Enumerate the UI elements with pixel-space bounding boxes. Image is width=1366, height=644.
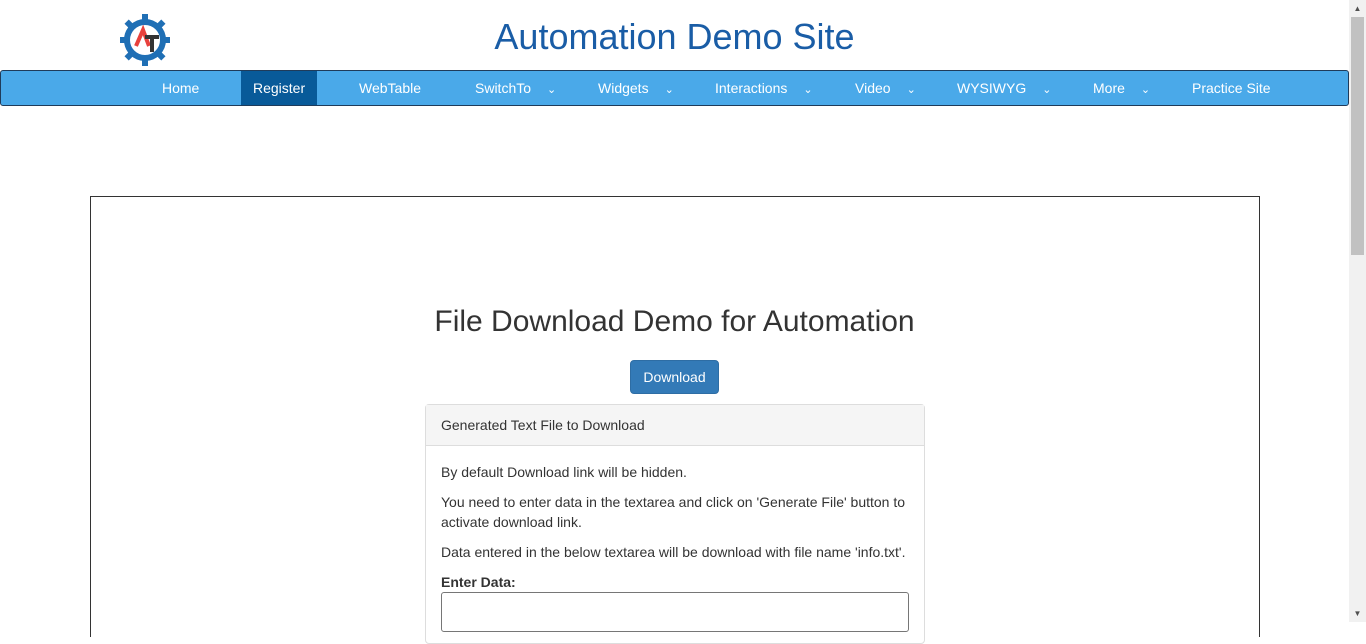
chevron-down-icon: ⌄ <box>1042 84 1052 96</box>
nav-interactions-label: Interactions <box>715 80 788 96</box>
nav-register-label: Register <box>253 80 306 96</box>
nav-home-label: Home <box>162 80 200 96</box>
chevron-down-icon: ⌄ <box>547 84 557 96</box>
nav-switchto-label: SwitchTo <box>475 80 532 96</box>
nav-home[interactable]: Home <box>162 71 199 105</box>
nav-wysiwyg[interactable]: WYSIWYG ⌄ <box>957 71 1051 105</box>
download-panel: Generated Text File to Download By defau… <box>425 404 925 644</box>
chevron-down-icon: ⌄ <box>906 84 916 96</box>
site-title: Automation Demo Site <box>494 16 855 57</box>
scroll-down-arrow-icon[interactable]: ▼ <box>1349 605 1366 622</box>
chevron-down-icon: ⌄ <box>803 84 813 96</box>
enter-data-label: Enter Data: <box>441 574 516 590</box>
page-scrollbar[interactable]: ▲ ▼ <box>1349 0 1366 622</box>
nav-video-label: Video <box>855 80 891 96</box>
nav-webtable-label: WebTable <box>359 80 422 96</box>
panel-text-instructions: You need to enter data in the textarea a… <box>441 494 906 530</box>
nav-switchto[interactable]: SwitchTo ⌄ <box>475 71 556 105</box>
nav-webtable[interactable]: WebTable <box>359 71 421 105</box>
chevron-down-icon: ⌄ <box>664 84 674 96</box>
nav-practice-site[interactable]: Practice Site <box>1192 71 1271 105</box>
nav-practice-site-label: Practice Site <box>1192 80 1271 96</box>
download-button[interactable]: Download <box>630 360 719 394</box>
page-title: File Download Demo for Automation <box>434 305 915 338</box>
scroll-up-arrow-icon[interactable]: ▲ <box>1349 0 1366 17</box>
panel-text-filename-note: Data entered in the below textarea will … <box>441 544 906 560</box>
panel-heading: Generated Text File to Download <box>426 405 924 446</box>
nav-register[interactable]: Register <box>241 71 318 105</box>
panel-body: By default Download link will be hidden.… <box>426 446 924 632</box>
main-navbar: Home Register WebTable SwitchTo ⌄ Widgets… <box>0 70 1349 106</box>
nav-widgets[interactable]: Widgets ⌄ <box>598 71 674 105</box>
chevron-down-icon: ⌄ <box>1140 84 1151 96</box>
nav-more-label: More <box>1093 80 1125 96</box>
panel-text-hidden-note: By default Download link will be hidden. <box>441 464 687 480</box>
nav-interactions[interactable]: Interactions ⌄ <box>715 71 813 105</box>
nav-video[interactable]: Video ⌄ <box>855 71 916 105</box>
nav-widgets-label: Widgets <box>598 80 649 96</box>
scrollbar-thumb[interactable] <box>1351 17 1364 255</box>
nav-wysiwyg-label: WYSIWYG <box>957 80 1027 96</box>
nav-more[interactable]: More ⌄ <box>1093 71 1150 105</box>
enter-data-textarea[interactable] <box>441 592 909 632</box>
